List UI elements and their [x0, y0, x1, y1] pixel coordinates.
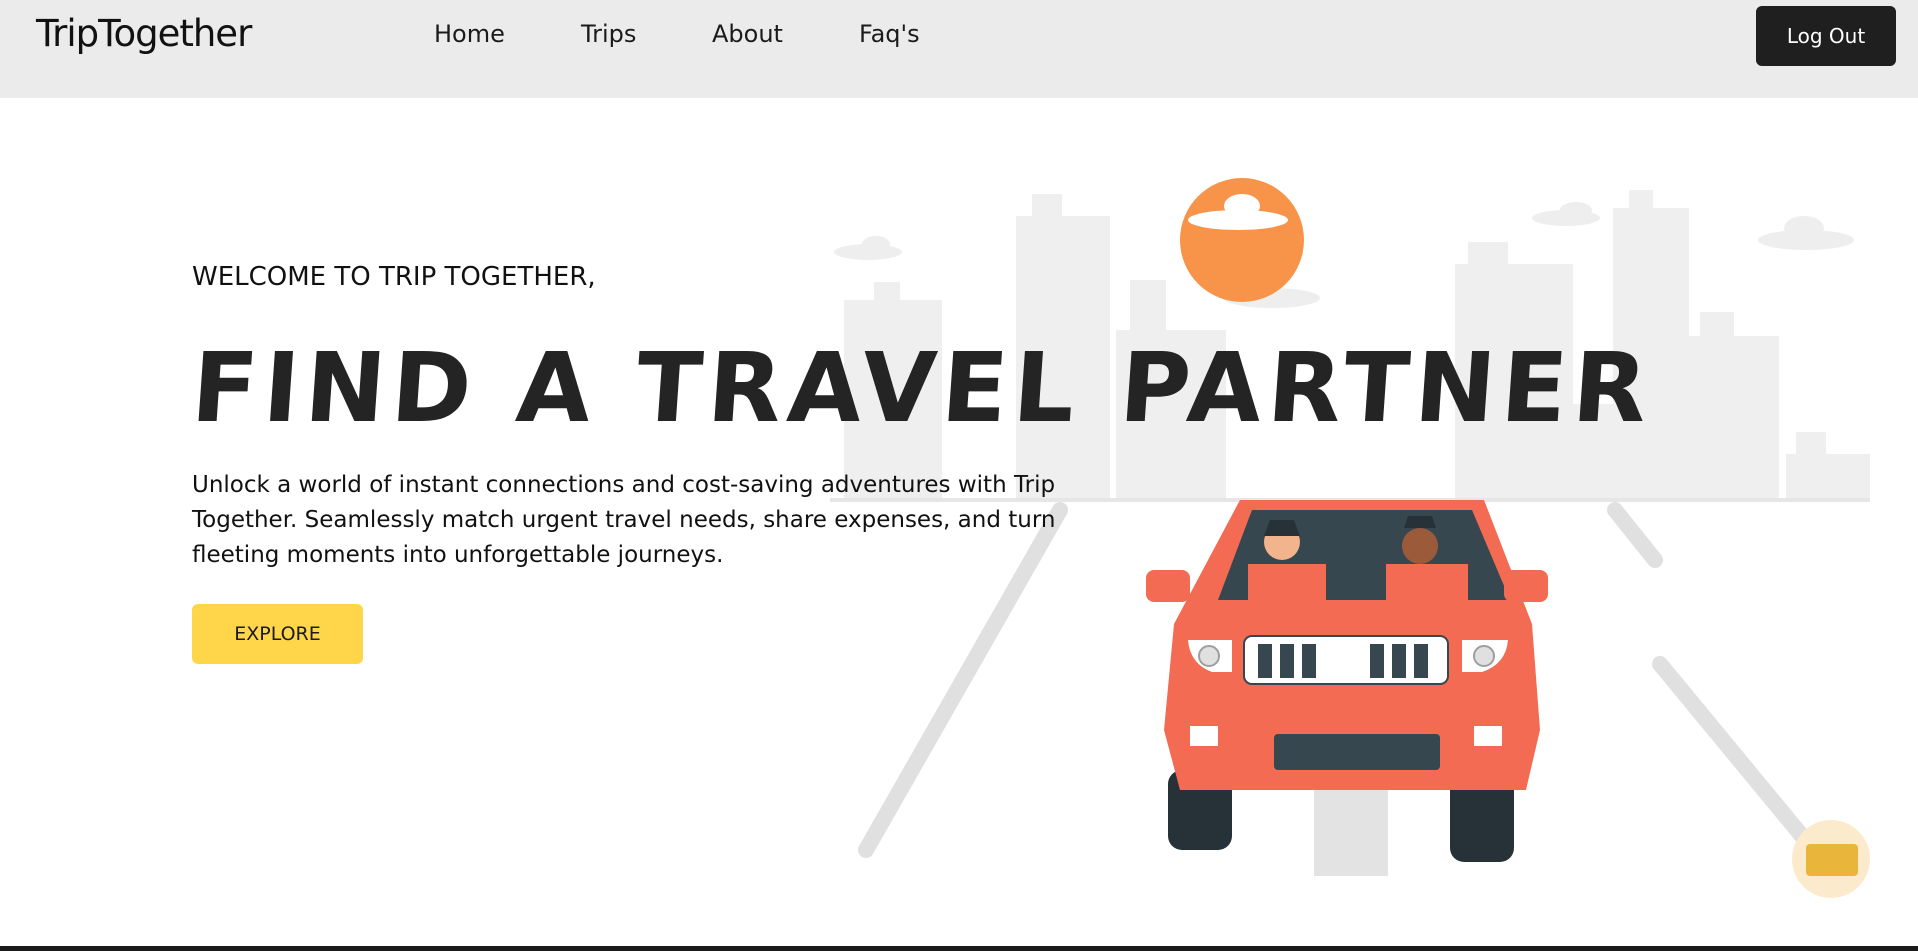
building — [1689, 336, 1779, 500]
cloud-group — [834, 202, 1854, 308]
building — [1130, 280, 1166, 330]
bottom-divider — [0, 946, 1918, 951]
building — [1700, 312, 1734, 336]
nav-link-home[interactable]: Home — [434, 20, 505, 48]
building — [1032, 194, 1062, 216]
building — [1786, 454, 1870, 500]
brand-logo[interactable]: TripTogether — [36, 12, 252, 55]
navbar: TripTogether Home Trips About Faq's Log … — [0, 0, 1918, 98]
hero-section: WELCOME TO TRIP TOGETHER, FIND A TRAVEL … — [188, 262, 1657, 664]
welcome-label: WELCOME TO TRIP TOGETHER, — [192, 262, 596, 292]
logout-button[interactable]: Log Out — [1756, 6, 1896, 66]
cloud — [862, 236, 890, 252]
explore-button[interactable]: EXPLORE — [192, 604, 363, 664]
nav-link-about[interactable]: About — [712, 20, 783, 48]
building — [1468, 242, 1508, 264]
sun-icon — [1180, 178, 1304, 302]
cloud — [1560, 202, 1592, 218]
nav-link-trips[interactable]: Trips — [581, 20, 636, 48]
building — [1629, 190, 1653, 208]
chat-card-icon — [1806, 844, 1858, 876]
nav-link-faq[interactable]: Faq's — [859, 20, 920, 48]
hero-description: Unlock a world of instant connections an… — [192, 472, 1056, 568]
building — [1796, 432, 1826, 454]
hero-title: FIND A TRAVEL PARTNER — [188, 332, 1657, 444]
chat-widget-icon[interactable] — [1792, 820, 1870, 898]
cloud — [1784, 216, 1824, 240]
